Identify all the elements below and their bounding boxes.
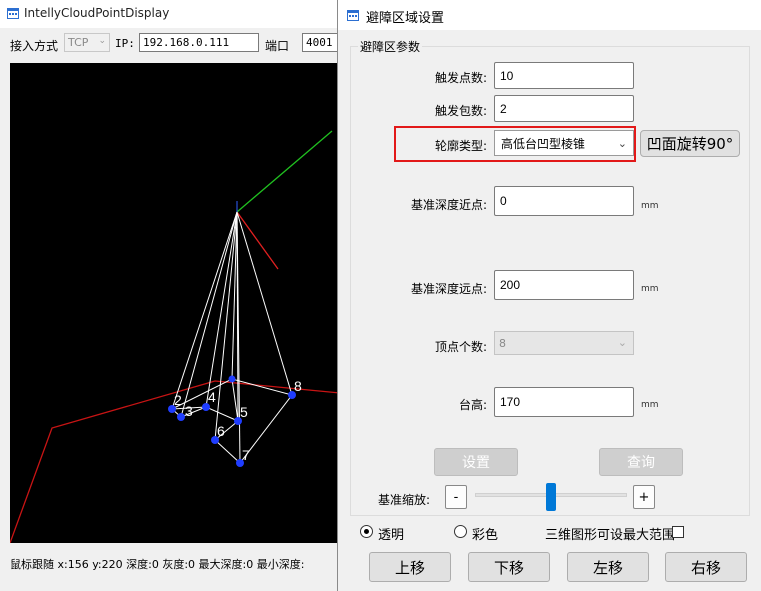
vertex-label: 8 <box>294 378 302 394</box>
x-axis-line <box>236 211 279 270</box>
near-depth-input[interactable]: 0 <box>494 186 634 216</box>
platform-height-unit: mm <box>641 400 659 410</box>
trigger-points-input[interactable]: 10 <box>494 62 634 89</box>
move-left-button[interactable]: 左移 <box>567 552 649 582</box>
far-depth-unit: mm <box>641 284 659 294</box>
vertex-label: 2 <box>174 392 182 408</box>
port-label: 端口 <box>265 39 290 53</box>
y-axis-line <box>236 130 333 213</box>
dialog-titlebar: 避障区域设置 <box>338 0 761 30</box>
vertex-label: 5 <box>240 404 248 420</box>
chevron-down-icon: ⌄ <box>617 137 627 150</box>
connection-mode-label: 接入方式 <box>10 39 59 53</box>
near-depth-unit: mm <box>641 201 659 211</box>
vertex-label: 4 <box>208 389 216 405</box>
transparent-radio[interactable] <box>360 525 373 538</box>
move-up-button[interactable]: 上移 <box>369 552 451 582</box>
contour-type-select[interactable]: 高低台凹型棱锥 ⌄ <box>494 130 634 156</box>
params-group-title: 避障区参数 <box>358 38 423 55</box>
ip-label: IP: <box>115 37 135 50</box>
vertex-point <box>177 413 185 421</box>
set-button[interactable]: 设置 <box>434 448 518 476</box>
vertex-count-value: 8 <box>499 336 506 350</box>
far-depth-input[interactable]: 200 <box>494 270 634 300</box>
platform-height-label: 台高: <box>458 398 487 412</box>
vertex-count-label: 顶点个数: <box>434 340 487 354</box>
obstacle-area-dialog: 避障区域设置 避障区参数 触发点数: 10 触发包数: 2 轮廓类型: 高低台凹… <box>337 0 761 591</box>
vertex-count-select[interactable]: 8 ⌄ <box>494 331 634 355</box>
point-cloud-canvas: 234 56 7 8 <box>10 130 340 543</box>
rotate-concave-button[interactable]: 凹面旋转90° <box>640 130 740 157</box>
trigger-points-label: 触发点数: <box>434 71 487 85</box>
main-titlebar: IntellyCloudPointDisplay <box>0 0 340 28</box>
vertex-label: 6 <box>217 423 225 439</box>
scale-label: 基准缩放: <box>378 493 431 507</box>
point-cloud-viewport[interactable]: 234 56 7 8 <box>10 63 340 543</box>
app-icon <box>347 10 359 21</box>
vertex-label: 7 <box>242 447 250 463</box>
trigger-packets-label: 触发包数: <box>434 104 487 118</box>
max-range-label: 三维图形可设最大范围 <box>545 528 676 543</box>
ip-input[interactable]: 192.168.0.111 <box>139 33 259 52</box>
mouse-status-bar: 鼠标跟随 x:156 y:220 深度:0 灰度:0 最大深度:0 最小深度: <box>10 558 305 571</box>
connection-mode-value: TCP <box>68 36 89 49</box>
max-range-checkbox[interactable] <box>672 526 684 538</box>
contour-type-value: 高低台凹型棱锥 <box>501 136 586 151</box>
main-window-title: IntellyCloudPointDisplay <box>24 6 170 20</box>
scale-plus-button[interactable]: + <box>633 485 655 509</box>
port-input[interactable]: 4001 <box>302 33 338 52</box>
scale-slider-thumb[interactable] <box>546 483 556 511</box>
vertex-point <box>228 375 236 383</box>
move-down-button[interactable]: 下移 <box>468 552 550 582</box>
far-depth-label: 基准深度远点: <box>410 282 487 296</box>
dialog-title: 避障区域设置 <box>366 11 445 26</box>
pyramid-wireframe <box>171 211 293 464</box>
trigger-packets-input[interactable]: 2 <box>494 95 634 122</box>
contour-type-label: 轮廓类型: <box>434 139 487 153</box>
app-icon <box>7 8 19 19</box>
near-depth-label: 基准深度近点: <box>410 198 487 212</box>
vertex-label: 3 <box>185 403 193 419</box>
color-radio[interactable] <box>454 525 467 538</box>
scale-minus-button[interactable]: - <box>445 485 467 509</box>
platform-height-input[interactable]: 170 <box>494 387 634 417</box>
query-button[interactable]: 查询 <box>599 448 683 476</box>
move-right-button[interactable]: 右移 <box>665 552 747 582</box>
connection-mode-select[interactable]: TCP ⌄ <box>64 33 110 52</box>
transparent-label: 透明 <box>378 528 405 543</box>
chevron-down-icon: ⌄ <box>617 336 627 349</box>
color-label: 彩色 <box>472 528 499 543</box>
chevron-down-icon: ⌄ <box>98 36 106 46</box>
